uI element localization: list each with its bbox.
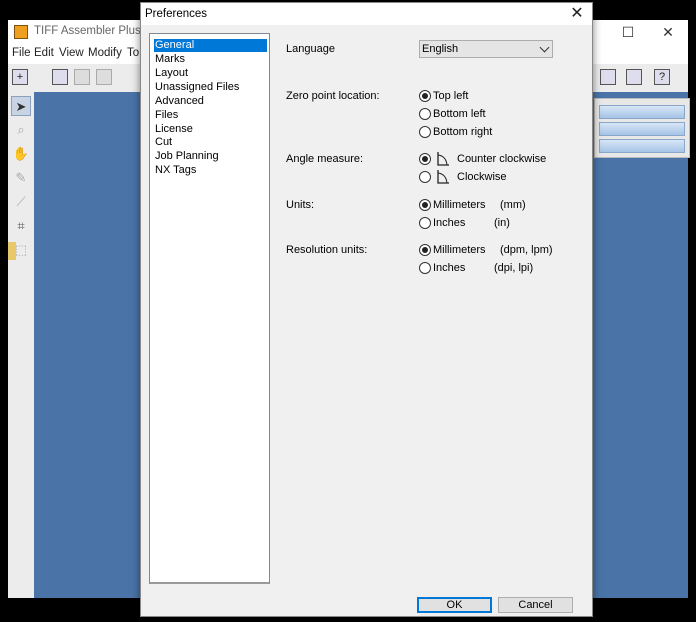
dialog-titlebar: Preferences ✕ <box>141 3 592 25</box>
print-icon[interactable] <box>96 69 112 85</box>
dialog-close-icon[interactable]: ✕ <box>566 4 588 24</box>
panel-row[interactable] <box>599 122 685 136</box>
units-millimeters-abbr: (mm) <box>500 199 526 211</box>
maximize-icon[interactable]: ☐ <box>614 22 642 42</box>
crop-tool-icon[interactable]: ⌗ <box>11 216 31 236</box>
category-general[interactable]: General <box>154 39 267 52</box>
pointer-tool-icon[interactable]: ➤ <box>11 96 31 116</box>
language-value: English <box>422 43 459 55</box>
zero-point-bottom-left-radio[interactable] <box>419 108 431 120</box>
eyedropper-tool-icon[interactable]: ✎ <box>11 168 31 188</box>
add-icon[interactable]: + <box>12 69 28 85</box>
angle-ccw-radio[interactable] <box>419 153 431 165</box>
ruler-tool-icon[interactable]: ⟋ <box>11 192 31 212</box>
category-nx-tags[interactable]: NX Tags <box>154 164 267 177</box>
category-license[interactable]: License <box>154 123 267 136</box>
units-millimeters-radio[interactable] <box>419 199 431 211</box>
menu-file[interactable]: File <box>12 47 31 59</box>
open-icon[interactable] <box>52 69 68 85</box>
desktop-folder-icon <box>8 242 16 260</box>
menu-view[interactable]: View <box>59 47 84 59</box>
chevron-down-icon <box>539 42 550 53</box>
angle-measure-label: Angle measure: <box>286 153 364 165</box>
tool-palette: ➤ ⌕ ✋ ✎ ⟋ ⌗ ⬚ <box>8 92 34 598</box>
help-chat-icon[interactable] <box>626 69 642 85</box>
cancel-button[interactable]: Cancel <box>498 597 573 613</box>
close-icon[interactable]: ✕ <box>654 22 682 42</box>
category-marks[interactable]: Marks <box>154 53 267 66</box>
grid-icon[interactable] <box>600 69 616 85</box>
resolution-millimeters-abbr: (dpm, lpm) <box>500 244 553 256</box>
resolution-millimeters-label[interactable]: Millimeters <box>433 244 486 256</box>
angle-cw-radio[interactable] <box>419 171 431 183</box>
save-icon[interactable] <box>74 69 90 85</box>
zero-point-bottom-right-label[interactable]: Bottom right <box>433 126 492 138</box>
category-layout[interactable]: Layout <box>154 67 267 80</box>
menu-tools[interactable]: To <box>127 47 139 59</box>
preferences-dialog: Preferences ✕ General Marks Layout Unass… <box>140 2 593 617</box>
zero-point-top-left-label[interactable]: Top left <box>433 90 468 102</box>
zoom-tool-icon[interactable]: ⌕ <box>11 120 31 140</box>
units-inches-label[interactable]: Inches <box>433 217 465 229</box>
zero-point-bottom-left-label[interactable]: Bottom left <box>433 108 486 120</box>
category-unassigned-files[interactable]: Unassigned Files <box>154 81 267 94</box>
units-inches-radio[interactable] <box>419 217 431 229</box>
counter-clockwise-angle-icon <box>437 152 449 166</box>
menu-edit[interactable]: Edit <box>34 47 54 59</box>
resolution-inches-label[interactable]: Inches <box>433 262 465 274</box>
panel-row[interactable] <box>599 139 685 153</box>
category-list[interactable]: General Marks Layout Unassigned Files Ad… <box>149 33 270 584</box>
help-icon[interactable]: ? <box>654 69 670 85</box>
units-inches-abbr: (in) <box>494 217 510 229</box>
category-cut[interactable]: Cut <box>154 136 267 149</box>
hand-tool-icon[interactable]: ✋ <box>11 144 31 164</box>
zero-point-top-left-radio[interactable] <box>419 90 431 102</box>
units-label: Units: <box>286 199 315 211</box>
clockwise-angle-icon <box>437 170 449 184</box>
category-advanced[interactable]: Advanced <box>154 95 267 108</box>
units-millimeters-label[interactable]: Millimeters <box>433 199 486 211</box>
category-files[interactable]: Files <box>154 109 267 122</box>
resolution-millimeters-radio[interactable] <box>419 244 431 256</box>
category-job-planning[interactable]: Job Planning <box>154 150 267 163</box>
layers-panel <box>594 98 690 158</box>
app-logo-icon <box>14 25 28 39</box>
panel-row[interactable] <box>599 105 685 119</box>
zero-point-label: Zero point location: <box>286 90 380 102</box>
dialog-title: Preferences <box>145 8 208 20</box>
resolution-inches-radio[interactable] <box>419 262 431 274</box>
language-label: Language <box>286 43 335 55</box>
resolution-units-label: Resolution units: <box>286 244 368 256</box>
zero-point-bottom-right-radio[interactable] <box>419 126 431 138</box>
resolution-inches-abbr: (dpi, lpi) <box>494 262 534 274</box>
ok-button[interactable]: OK <box>417 597 492 613</box>
language-select[interactable]: English <box>419 40 553 58</box>
angle-ccw-label[interactable]: Counter clockwise <box>457 153 546 165</box>
angle-cw-label[interactable]: Clockwise <box>457 171 507 183</box>
menu-modify[interactable]: Modify <box>88 47 122 59</box>
